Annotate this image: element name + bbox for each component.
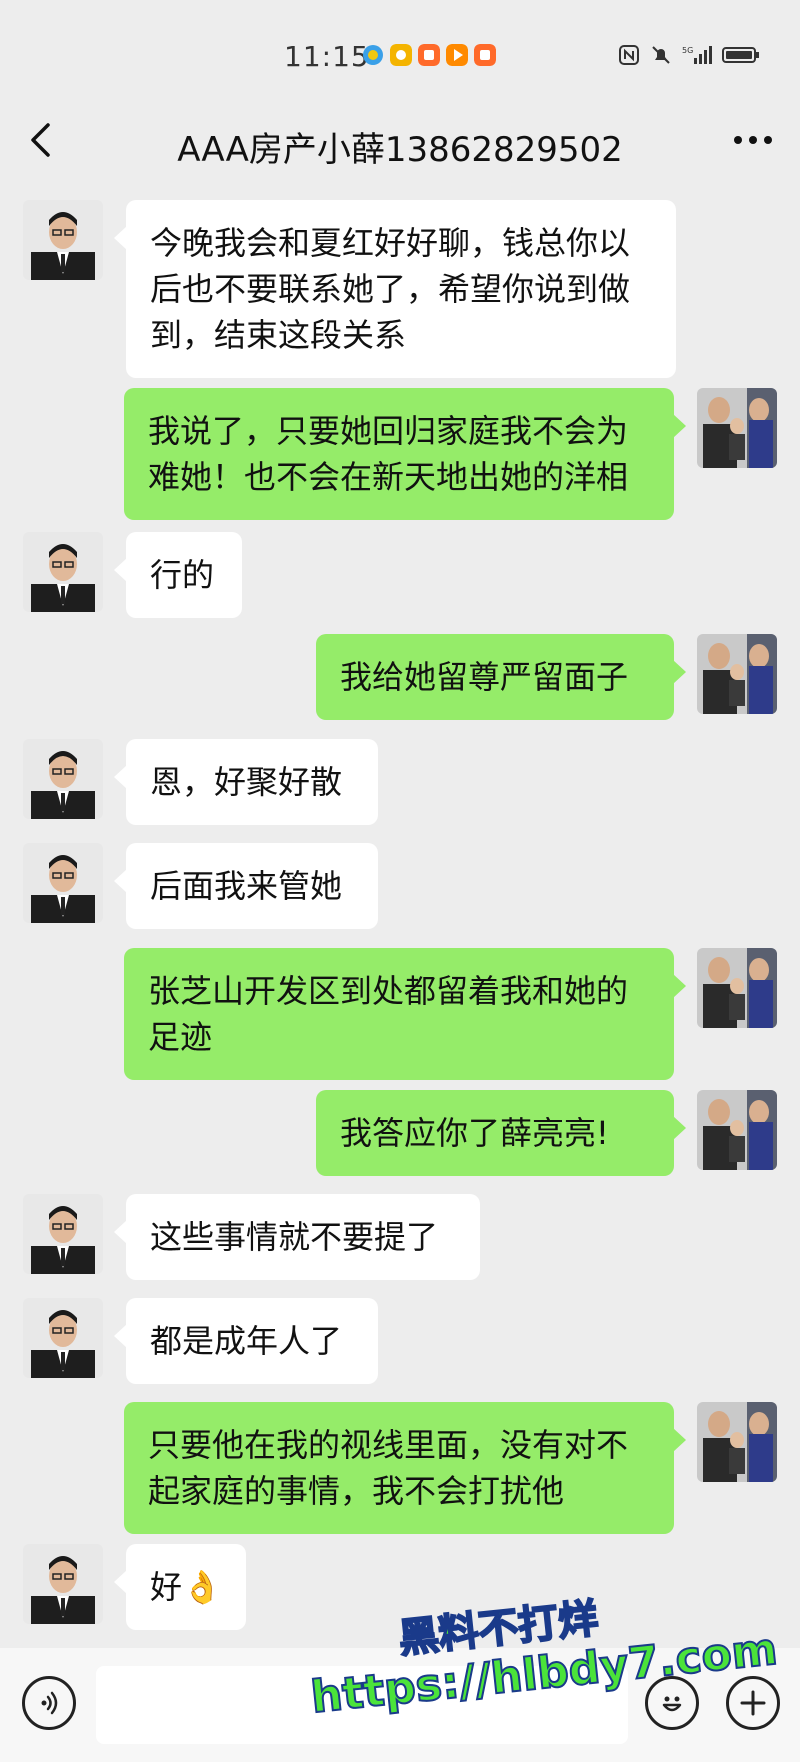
notification-icons — [362, 44, 496, 66]
message-bubble-outgoing[interactable]: 只要他在我的视线里面，没有对不起家庭的事情，我不会打扰他 — [124, 1402, 686, 1534]
contact-avatar[interactable] — [23, 532, 103, 612]
message-bubble-outgoing[interactable]: 我说了，只要她回归家庭我不会为难她！也不会在新天地出她的洋相 — [124, 388, 686, 520]
app-notification-icon — [390, 44, 412, 66]
my-avatar[interactable] — [697, 948, 777, 1028]
emoji-button[interactable] — [645, 1676, 699, 1730]
message-row: 好👌 — [0, 1544, 800, 1630]
chat-header: AAA房产小薛13862829502 — [0, 100, 800, 184]
message-list[interactable]: 今晚我会和夏红好好聊，钱总你以后也不要联系她了，希望你说到做到，结束这段关系 我… — [0, 190, 800, 1640]
more-dots-icon — [734, 136, 772, 144]
voice-button[interactable] — [22, 1676, 76, 1730]
status-time: 11:15 — [284, 40, 370, 73]
message-bubble-outgoing[interactable]: 张芝山开发区到处都留着我和她的足迹 — [124, 948, 686, 1080]
voice-icon — [41, 1691, 58, 1715]
contact-avatar[interactable] — [23, 1298, 103, 1378]
mute-bell-icon — [652, 46, 670, 64]
contact-avatar[interactable] — [23, 1544, 103, 1624]
chat-title: AAA房产小薛13862829502 — [177, 130, 623, 170]
message-row: 都是成年人了 — [0, 1298, 800, 1384]
message-row: 行的 — [0, 532, 800, 618]
app-notification-icon — [474, 44, 496, 66]
message-row: 今晚我会和夏红好好聊，钱总你以后也不要联系她了，希望你说到做到，结束这段关系 — [0, 200, 800, 378]
battery-icon — [722, 47, 759, 63]
my-avatar[interactable] — [697, 634, 777, 714]
my-avatar[interactable] — [697, 388, 777, 468]
message-bubble-incoming[interactable]: 都是成年人了 — [114, 1298, 378, 1384]
network-type: 5G — [682, 46, 693, 55]
message-bubble-outgoing[interactable]: 我答应你了薛亮亮! — [316, 1090, 686, 1176]
message-bubble-incoming[interactable]: 行的 — [114, 532, 242, 618]
my-avatar[interactable] — [697, 1090, 777, 1170]
message-bubble-incoming[interactable]: 恩，好聚好散 — [114, 739, 378, 825]
message-row: 这些事情就不要提了 — [0, 1194, 800, 1280]
message-input[interactable] — [96, 1666, 628, 1744]
status-bar: 11:15 5G — [0, 0, 800, 112]
more-options-button[interactable] — [728, 118, 778, 162]
message-bubble-outgoing[interactable]: 我给她留尊严留面子 — [316, 634, 686, 720]
message-row: 只要他在我的视线里面，没有对不起家庭的事情，我不会打扰他 — [0, 1402, 800, 1534]
emoji-icon — [662, 1696, 682, 1712]
app-notification-icon — [446, 44, 468, 66]
contact-avatar[interactable] — [23, 843, 103, 923]
message-row: 张芝山开发区到处都留着我和她的足迹 — [0, 948, 800, 1080]
more-functions-button[interactable] — [726, 1676, 780, 1730]
app-notification-icon — [363, 45, 383, 65]
signal-icon: 5G — [682, 46, 712, 64]
my-avatar[interactable] — [697, 1402, 777, 1482]
message-bubble-incoming[interactable]: 今晚我会和夏红好好聊，钱总你以后也不要联系她了，希望你说到做到，结束这段关系 — [114, 200, 676, 378]
message-bubble-incoming[interactable]: 好👌 — [114, 1544, 246, 1630]
system-icons: 5G — [618, 44, 760, 66]
contact-avatar[interactable] — [23, 739, 103, 819]
contact-avatar[interactable] — [23, 200, 103, 280]
message-row: 我说了，只要她回归家庭我不会为难她！也不会在新天地出她的洋相 — [0, 388, 800, 520]
message-row: 后面我来管她 — [0, 843, 800, 929]
message-row: 我答应你了薛亮亮! — [0, 1090, 800, 1176]
input-bar — [0, 1648, 800, 1762]
contact-avatar[interactable] — [23, 1194, 103, 1274]
message-row: 我给她留尊严留面子 — [0, 634, 800, 720]
nfc-icon — [619, 45, 639, 65]
message-bubble-incoming[interactable]: 后面我来管她 — [114, 843, 378, 929]
message-row: 恩，好聚好散 — [0, 739, 800, 825]
message-bubble-incoming[interactable]: 这些事情就不要提了 — [114, 1194, 480, 1280]
plus-icon — [740, 1690, 766, 1716]
app-notification-icon — [418, 44, 440, 66]
